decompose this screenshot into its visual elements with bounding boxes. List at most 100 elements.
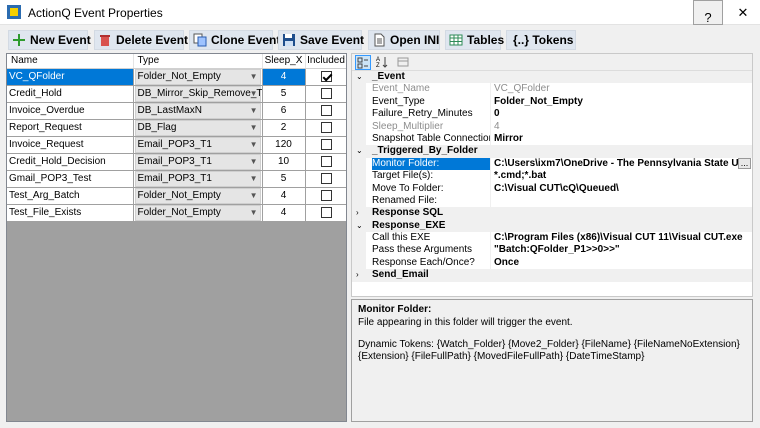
event-row[interactable]: VC_QFolder Folder_Not_Empty ▼ 4 (7, 68, 346, 86)
included-checkbox[interactable] (320, 104, 332, 116)
sleep-x-cell[interactable]: 5 (262, 85, 306, 103)
chevron-down-icon[interactable]: ▼ (250, 138, 258, 152)
included-cell[interactable] (305, 170, 346, 188)
column-divider[interactable] (490, 170, 491, 183)
event-name-cell[interactable]: Invoice_Request (7, 136, 134, 154)
included-cell[interactable] (305, 187, 346, 205)
collapse-arrow-icon[interactable]: ⌄ (356, 71, 363, 83)
event-name-cell[interactable]: Gmail_POP3_Test (7, 170, 134, 188)
property-row[interactable]: Move To Folder: C:\Visual CUT\cQ\Queued\ (352, 182, 752, 195)
property-row[interactable]: Snapshot Table Connection Mirror (352, 132, 752, 146)
column-divider[interactable] (490, 95, 491, 109)
event-type-cell[interactable]: Email_POP3_T1 ▼ (133, 136, 263, 154)
included-cell[interactable] (305, 102, 346, 120)
included-cell[interactable] (305, 136, 346, 154)
property-value[interactable]: C:\Visual CUT\cQ\Queued\ (494, 183, 750, 195)
included-checkbox[interactable] (320, 206, 332, 218)
event-name-cell[interactable]: Test_File_Exists (7, 204, 134, 222)
event-name-cell[interactable]: Report_Request (7, 119, 134, 137)
open-ini-button[interactable]: Open INI (368, 30, 440, 50)
property-value[interactable]: *.cmd;*.bat (494, 170, 750, 182)
property-row[interactable]: Target File(s): *.cmd;*.bat (352, 170, 752, 183)
event-type-dropdown[interactable]: DB_LastMaxN ▼ (134, 102, 261, 118)
property-pages-button[interactable] (395, 55, 411, 70)
event-type-cell[interactable]: Email_POP3_T1 ▼ (133, 153, 263, 171)
included-cell[interactable] (305, 85, 346, 103)
property-value[interactable]: 4 (494, 121, 750, 133)
close-button[interactable]: ✕ (728, 0, 758, 25)
event-name-cell[interactable]: Credit_Hold_Decision (7, 153, 134, 171)
property-row[interactable]: Event_Type Folder_Not_Empty (352, 95, 752, 109)
property-value[interactable]: Mirror (494, 133, 750, 145)
included-checkbox[interactable] (320, 189, 332, 201)
sleep-x-cell[interactable]: 4 (262, 68, 306, 86)
event-row[interactable]: Credit_Hold_Decision Email_POP3_T1 ▼ 10 (7, 153, 346, 171)
event-type-dropdown[interactable]: Folder_Not_Empty ▼ (134, 68, 261, 84)
column-divider[interactable] (490, 244, 491, 257)
event-type-cell[interactable]: DB_Flag ▼ (133, 119, 263, 137)
tokens-button[interactable]: {..} Tokens (506, 30, 576, 50)
property-category[interactable]: › Send_Email (352, 269, 752, 282)
collapse-arrow-icon[interactable]: ⌄ (356, 145, 363, 157)
event-type-cell[interactable]: Folder_Not_Empty ▼ (133, 187, 263, 205)
event-type-cell[interactable]: DB_Mirror_Skip_Remove_T1 ▼ (133, 85, 263, 103)
event-type-cell[interactable]: Folder_Not_Empty ▼ (133, 204, 263, 222)
chevron-down-icon[interactable]: ▼ (250, 87, 258, 101)
included-checkbox[interactable] (320, 155, 332, 167)
included-checkbox[interactable] (320, 70, 332, 82)
column-divider[interactable] (490, 120, 491, 133)
property-value[interactable]: Folder_Not_Empty (494, 96, 750, 108)
event-row[interactable]: Test_File_Exists Folder_Not_Empty ▼ 4 (7, 204, 346, 222)
property-value[interactable]: "Batch:QFolder_P1>>0>>" (494, 244, 750, 256)
property-row[interactable]: Call this EXE C:\Program Files (x86)\Visu… (352, 232, 752, 245)
event-type-dropdown[interactable]: DB_Mirror_Skip_Remove_T1 ▼ (134, 85, 261, 101)
clone-event-button[interactable]: Clone Event (189, 30, 280, 50)
chevron-down-icon[interactable]: ▼ (250, 155, 258, 169)
chevron-down-icon[interactable]: ▼ (250, 189, 258, 203)
included-cell[interactable] (305, 153, 346, 171)
sleep-x-cell[interactable]: 120 (262, 136, 306, 154)
property-value[interactable]: C:\Users\ixm7\OneDrive - The Pennsylvani… (494, 158, 750, 170)
browse-button[interactable]: ... (738, 157, 751, 169)
column-header-type[interactable]: Type (133, 54, 263, 69)
sleep-x-cell[interactable]: 4 (262, 204, 306, 222)
property-category[interactable]: › Response SQL (352, 207, 752, 220)
expand-arrow-icon[interactable]: › (356, 269, 359, 281)
alphabetical-view-button[interactable]: AZ (374, 55, 390, 70)
sleep-x-cell[interactable]: 6 (262, 102, 306, 120)
included-checkbox[interactable] (320, 138, 332, 150)
column-divider[interactable] (490, 256, 491, 270)
collapse-arrow-icon[interactable]: ⌄ (356, 220, 363, 232)
event-row[interactable]: Invoice_Overdue DB_LastMaxN ▼ 6 (7, 102, 346, 120)
property-row[interactable]: Response Each/Once? Once (352, 256, 752, 270)
chevron-down-icon[interactable]: ▼ (250, 206, 258, 220)
column-divider[interactable] (490, 157, 491, 171)
event-type-dropdown[interactable]: Email_POP3_T1 ▼ (134, 170, 261, 186)
event-type-cell[interactable]: Folder_Not_Empty ▼ (133, 68, 263, 86)
new-event-button[interactable]: New Event (8, 30, 91, 50)
column-divider[interactable] (490, 182, 491, 195)
save-event-button[interactable]: Save Event (278, 30, 364, 50)
column-header-included[interactable]: Included (305, 54, 346, 69)
chevron-down-icon[interactable]: ▼ (250, 121, 258, 135)
included-cell[interactable] (305, 119, 346, 137)
included-cell[interactable] (305, 68, 346, 86)
event-row[interactable]: Gmail_POP3_Test Email_POP3_T1 ▼ 5 (7, 170, 346, 188)
property-value[interactable]: 0 (494, 108, 750, 120)
sleep-x-cell[interactable]: 10 (262, 153, 306, 171)
property-row[interactable]: Sleep_Multiplier 4 (352, 120, 752, 133)
event-row[interactable]: Report_Request DB_Flag ▼ 2 (7, 119, 346, 137)
column-divider[interactable] (490, 83, 491, 96)
event-type-dropdown[interactable]: DB_Flag ▼ (134, 119, 261, 135)
included-cell[interactable] (305, 204, 346, 222)
property-row[interactable]: Renamed File: (352, 194, 752, 208)
column-header-name[interactable]: Name (7, 54, 134, 69)
column-divider[interactable] (490, 132, 491, 146)
included-checkbox[interactable] (320, 172, 332, 184)
sleep-x-cell[interactable]: 4 (262, 187, 306, 205)
event-row[interactable]: Test_Arg_Batch Folder_Not_Empty ▼ 4 (7, 187, 346, 205)
column-divider[interactable] (490, 108, 491, 121)
event-name-cell[interactable]: Invoice_Overdue (7, 102, 134, 120)
column-divider[interactable] (490, 194, 491, 208)
property-category[interactable]: ⌄ _Event (352, 71, 752, 84)
